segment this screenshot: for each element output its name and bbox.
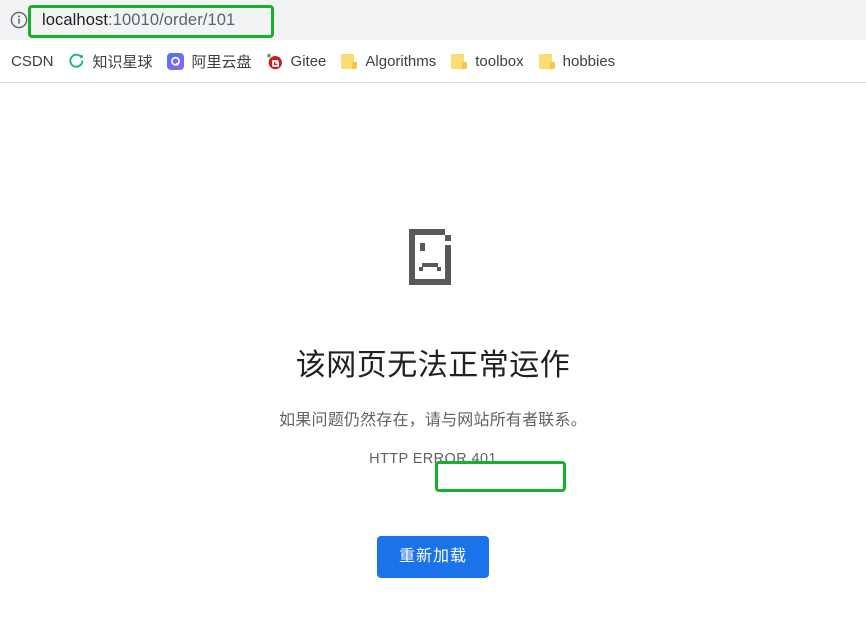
bookmark-label: hobbies (562, 52, 616, 70)
page-title: 该网页无法正常运作 (295, 349, 571, 382)
bookmark-label: CSDN (11, 52, 54, 70)
bookmark-folder-hobbies[interactable]: hobbies (531, 47, 623, 75)
bookmark-aliyundrive[interactable]: 阿里云盘 (160, 47, 259, 75)
gitee-icon (266, 52, 284, 70)
url-path: :10010/order/101 (108, 10, 236, 29)
bookmark-label: toolbox (475, 52, 524, 70)
folder-icon (538, 52, 556, 70)
aliyundrive-icon (167, 52, 185, 70)
url-host: localhost (42, 10, 109, 29)
bookmark-label: 阿里云盘 (191, 53, 252, 71)
folder-icon (450, 52, 468, 70)
folder-icon (340, 52, 358, 70)
bookmark-label: Algorithms (365, 52, 437, 70)
bookmark-csdn[interactable]: CSDN (4, 47, 61, 75)
sad-page-icon (409, 229, 457, 290)
page-subtitle: 如果问题仍然存在，请与网站所有者联系。 (279, 412, 587, 429)
bookmark-folder-algorithms[interactable]: Algorithms (333, 47, 443, 75)
bookmark-zhishixingqiu[interactable]: 知识星球 (61, 47, 160, 75)
bookmark-folder-toolbox[interactable]: toolbox (443, 47, 530, 75)
bookmark-label: 知识星球 (92, 53, 153, 71)
reload-button[interactable]: 重新加载 (376, 536, 489, 578)
address-bar[interactable]: localhost:10010/order/101 (34, 6, 866, 34)
browser-toolbar: localhost:10010/order/101 (0, 0, 866, 40)
bookmarks-bar: CSDN 知识星球 阿里云盘 Gitee Algorithms toolbox … (0, 40, 866, 83)
bookmark-label: Gitee (290, 52, 327, 70)
error-code-text: HTTP ERROR 401 (369, 451, 497, 467)
info-circle-icon[interactable] (8, 9, 30, 31)
error-page: 该网页无法正常运作 如果问题仍然存在，请与网站所有者联系。 HTTP ERROR… (0, 83, 866, 624)
bookmark-gitee[interactable]: Gitee (259, 47, 334, 75)
zsxq-circle-icon (68, 52, 86, 70)
